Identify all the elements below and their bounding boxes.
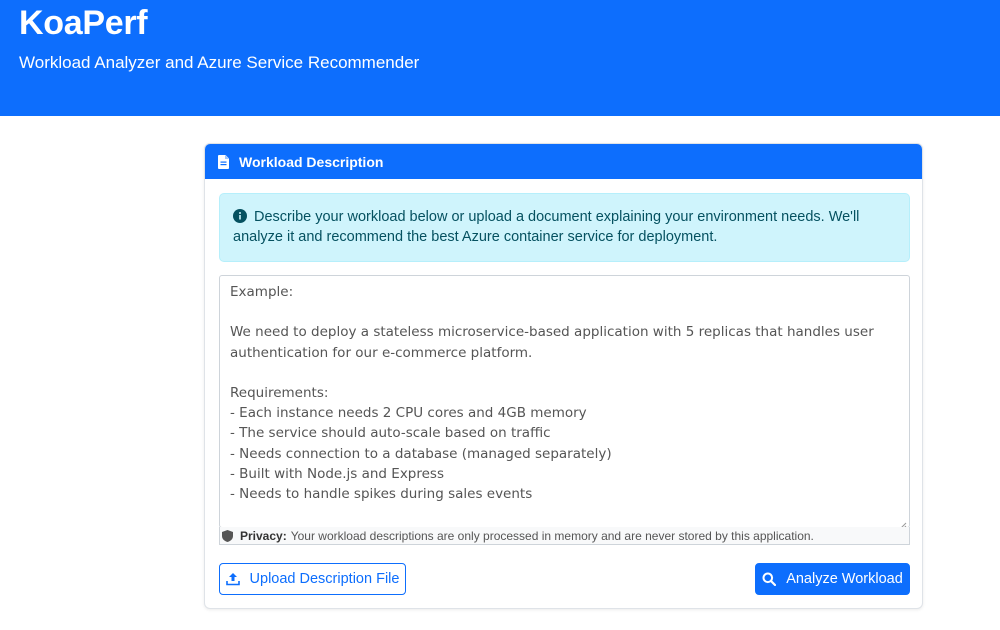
workload-description-input[interactable]: Example: We need to deploy a stateless m… xyxy=(220,276,909,527)
analyze-workload-button[interactable]: Analyze Workload xyxy=(755,563,910,595)
app-subtitle: Workload Analyzer and Azure Service Reco… xyxy=(19,53,420,72)
search-icon xyxy=(762,572,777,587)
upload-description-file-button[interactable]: Upload Description File xyxy=(219,563,406,595)
resize-grip-icon[interactable] xyxy=(899,517,907,530)
shield-icon xyxy=(222,529,233,542)
info-alert: Describe your workload below or upload a… xyxy=(219,193,910,262)
card-header: Workload Description xyxy=(205,144,922,179)
card-title: Workload Description xyxy=(239,153,384,170)
privacy-note: Privacy: Your workload descriptions are … xyxy=(219,527,910,545)
privacy-label: Privacy: xyxy=(240,528,287,543)
app-title: KoaPerf xyxy=(19,4,148,42)
privacy-text: Your workload descriptions are only proc… xyxy=(290,528,814,543)
upload-icon xyxy=(225,572,240,586)
info-circle-icon xyxy=(233,209,247,223)
workload-card: Workload Description Describe your workl… xyxy=(204,143,923,609)
info-text: Describe your workload below or upload a… xyxy=(233,209,860,245)
analyze-button-label: Analyze Workload xyxy=(786,571,903,587)
upload-button-label: Upload Description File xyxy=(249,571,400,587)
workload-textarea-wrapper: Example: We need to deploy a stateless m… xyxy=(219,275,910,530)
document-icon xyxy=(218,154,230,169)
app-header: KoaPerf Workload Analyzer and Azure Serv… xyxy=(0,0,1000,116)
